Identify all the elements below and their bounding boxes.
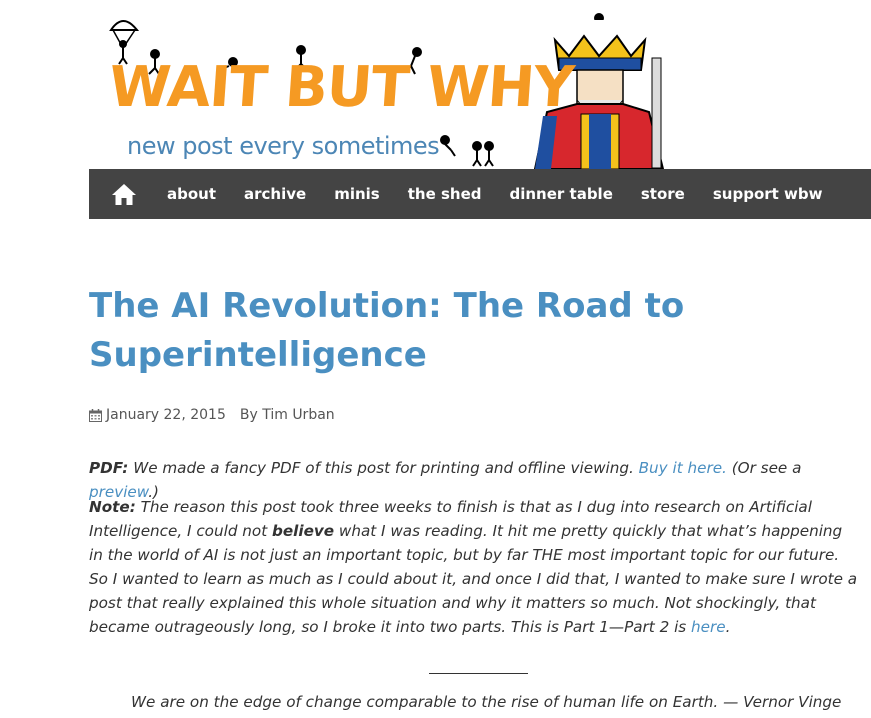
site-logo[interactable]: WAIT BUT WHY [107,55,576,120]
calendar-icon [89,408,102,422]
site-banner[interactable]: WAIT BUT WHY new post every sometimes [89,0,664,169]
home-icon [112,184,136,205]
main-nav: about archive minis the shed dinner tabl… [89,169,871,219]
pdf-text-2: (Or see a [731,459,802,477]
section-divider [429,673,528,674]
nav-item-store[interactable]: store [627,169,699,219]
note-paragraph: Note: The reason this post took three we… [89,495,859,639]
home-button[interactable] [89,169,159,219]
note-end: . [725,618,731,636]
pdf-label: PDF: [89,459,129,477]
nav-item-about[interactable]: about [159,169,230,219]
note-label: Note: [89,498,136,516]
nav-item-archive[interactable]: archive [230,169,320,219]
buy-link[interactable]: Buy it here. [639,459,727,477]
article-meta: January 22, 2015 By Tim Urban [89,407,335,423]
nav-item-minis[interactable]: minis [320,169,394,219]
article-author: By Tim Urban [239,407,335,423]
nav-item-the-shed[interactable]: the shed [394,169,496,219]
article-date: January 22, 2015 [106,407,226,423]
part2-link[interactable]: here [691,618,726,636]
note-bold: believe [272,522,335,540]
article-title[interactable]: The AI Revolution: The Road to Superinte… [89,282,789,380]
pdf-text: We made a fancy PDF of this post for pri… [133,459,634,477]
nav-item-dinner-table[interactable]: dinner table [496,169,627,219]
nav-item-support-wbw[interactable]: support wbw [699,169,837,219]
site-tagline: new post every sometimes [127,132,440,160]
epigraph-quote: We are on the edge of change comparable … [131,693,842,711]
